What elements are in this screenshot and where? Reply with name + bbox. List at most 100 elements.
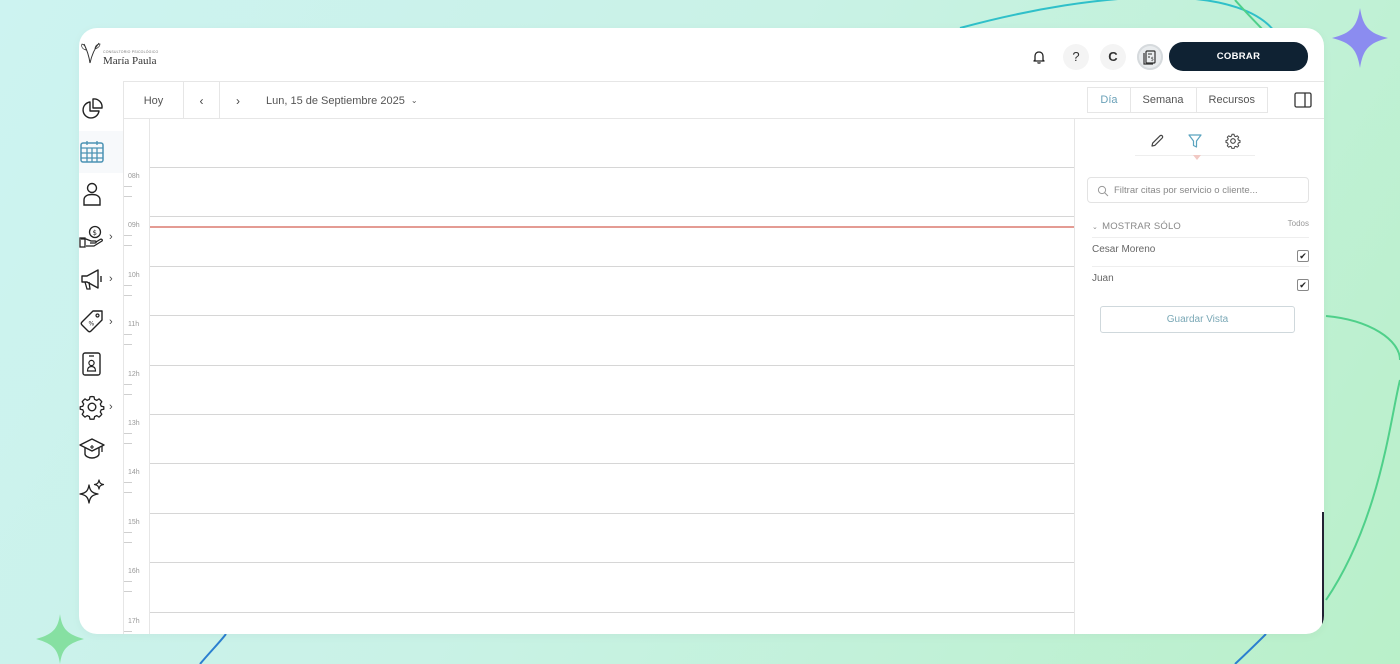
chevron-right-icon: ›: [109, 315, 113, 328]
quarter-tick: [124, 334, 132, 336]
sidebar-item-settings[interactable]: ›: [79, 386, 123, 429]
sidebar-item-services[interactable]: % ›: [79, 301, 123, 344]
today-button[interactable]: Hoy: [124, 82, 184, 119]
svg-text:$: $: [1151, 56, 1154, 62]
leaf-logo-icon: [81, 42, 101, 64]
sidebar-item-staff[interactable]: [79, 343, 123, 386]
sidebar-item-dashboard[interactable]: [79, 88, 123, 131]
chart-pie-icon: [82, 98, 103, 119]
prev-day-button[interactable]: ‹: [184, 82, 220, 119]
tab-day[interactable]: Día: [1087, 87, 1130, 113]
graduation-cap-icon: [79, 438, 105, 459]
chevron-right-icon: ›: [109, 230, 113, 243]
hour-slot[interactable]: [150, 611, 1074, 634]
quarter-tick: [124, 531, 132, 533]
next-day-button[interactable]: ›: [220, 82, 256, 119]
hour-label: 15h: [128, 518, 140, 526]
quarter-tick: [124, 443, 132, 444]
top-bar: Consultorio Psicológico María Paula ? C …: [79, 28, 1324, 81]
sidebar-item-ai[interactable]: [79, 471, 123, 514]
tab-week[interactable]: Semana: [1129, 87, 1196, 113]
quarter-tick: [124, 591, 132, 593]
hour-slot[interactable]: [150, 265, 1074, 315]
hand-money-icon: $: [79, 225, 103, 248]
hour-slot[interactable]: [150, 562, 1074, 611]
sidebar-item-academy[interactable]: [79, 428, 123, 471]
sidebar-item-payments[interactable]: $ ›: [79, 216, 123, 259]
help-button[interactable]: ?: [1063, 43, 1089, 70]
cobrar-button[interactable]: COBRAR: [1169, 42, 1308, 71]
chevron-right-icon: ›: [109, 273, 113, 286]
hour-label: 16h: [128, 568, 140, 576]
grid-top-line: [150, 119, 1074, 167]
show-only-header: ⌄ MOSTRAR SÓLO Todos: [1092, 219, 1309, 232]
hour-label: 13h: [128, 420, 140, 427]
settings-tab[interactable]: [1223, 131, 1243, 151]
star-green-icon: [36, 614, 84, 664]
person-checkbox[interactable]: ✔: [1297, 279, 1309, 291]
chevron-down-icon: ⌄: [1092, 224, 1099, 231]
quarter-tick: [124, 541, 132, 543]
filter-icon: [1188, 134, 1202, 148]
quarter-tick: [124, 245, 132, 247]
logo[interactable]: Consultorio Psicológico María Paula: [81, 40, 158, 67]
chevron-down-icon: ⌄: [410, 96, 418, 105]
hour-label: 08h: [128, 173, 140, 180]
invoice-icon: $: [1143, 49, 1156, 65]
day-grid[interactable]: 08h 09h 10h 11h 12h 13h 14h 15h 16h 17h: [123, 119, 1074, 634]
filter-tab[interactable]: [1185, 131, 1205, 151]
person-name: Cesar Moreno: [1092, 243, 1156, 255]
list-item[interactable]: Cesar Moreno ✔: [1092, 237, 1309, 266]
quarter-tick: [124, 294, 132, 296]
active-tab-caret: [1193, 155, 1201, 160]
star-purple-icon: [1332, 8, 1388, 68]
user-avatar-button[interactable]: C: [1100, 43, 1126, 70]
hour-label: 14h: [128, 469, 140, 477]
side-panel-toggle-icon[interactable]: [1294, 92, 1312, 108]
id-badge-icon: [82, 352, 101, 376]
save-view-button[interactable]: Guardar Vista: [1100, 306, 1295, 333]
billing-docs-button[interactable]: $: [1137, 43, 1163, 70]
quarter-tick: [124, 492, 132, 494]
filter-panel: ⌄MOSTRAR SÓLO Todos Cesar Moreno ✔ Juan …: [1074, 119, 1324, 634]
logo-name: María Paula: [103, 55, 157, 67]
hour-slot[interactable]: [150, 512, 1074, 562]
megaphone-icon: [81, 269, 102, 290]
hour-slot[interactable]: [150, 463, 1074, 512]
view-switcher: Día Semana Recursos: [1087, 82, 1268, 119]
hour-slot[interactable]: [150, 216, 1074, 265]
person-checkbox[interactable]: ✔: [1297, 250, 1309, 262]
sidebar-item-clients[interactable]: [79, 173, 123, 216]
notifications-button[interactable]: [1026, 44, 1052, 70]
scrollbar[interactable]: [1322, 512, 1324, 634]
date-picker[interactable]: Lun, 15 de Septiembre 2025 ⌄: [266, 82, 418, 119]
quarter-tick: [124, 186, 132, 187]
select-all-link[interactable]: Todos: [1288, 219, 1309, 232]
list-item[interactable]: Juan ✔: [1092, 266, 1309, 295]
bell-icon: [1033, 50, 1045, 64]
sidebar-item-calendar[interactable]: [79, 130, 123, 173]
hour-label: 11h: [128, 321, 140, 329]
sidebar: $ › › % › ›: [79, 88, 123, 513]
show-only-toggle[interactable]: ⌄ MOSTRAR SÓLO: [1092, 221, 1181, 232]
pencil-icon: [1151, 134, 1164, 147]
hour-label: 10h: [128, 271, 140, 279]
hour-slot[interactable]: [150, 364, 1074, 414]
hour-slot[interactable]: [150, 167, 1074, 216]
hour-label: 12h: [128, 370, 140, 378]
logo-tagline: Consultorio Psicológico: [103, 50, 159, 54]
edit-tab[interactable]: [1147, 131, 1167, 151]
filter-search-input[interactable]: [1114, 184, 1308, 196]
quarter-tick: [124, 482, 132, 484]
chevron-right-icon: ›: [109, 400, 113, 413]
quarter-tick: [124, 383, 132, 385]
gear-icon: [79, 395, 105, 420]
filter-search[interactable]: [1087, 177, 1309, 203]
quarter-tick: [124, 344, 132, 346]
tab-resources[interactable]: Recursos: [1195, 87, 1268, 113]
search-icon: [1097, 185, 1109, 197]
sidebar-item-marketing[interactable]: ›: [79, 258, 123, 301]
hour-slot[interactable]: [150, 315, 1074, 364]
hour-slot[interactable]: [150, 414, 1074, 463]
svg-text:%: %: [89, 320, 95, 327]
